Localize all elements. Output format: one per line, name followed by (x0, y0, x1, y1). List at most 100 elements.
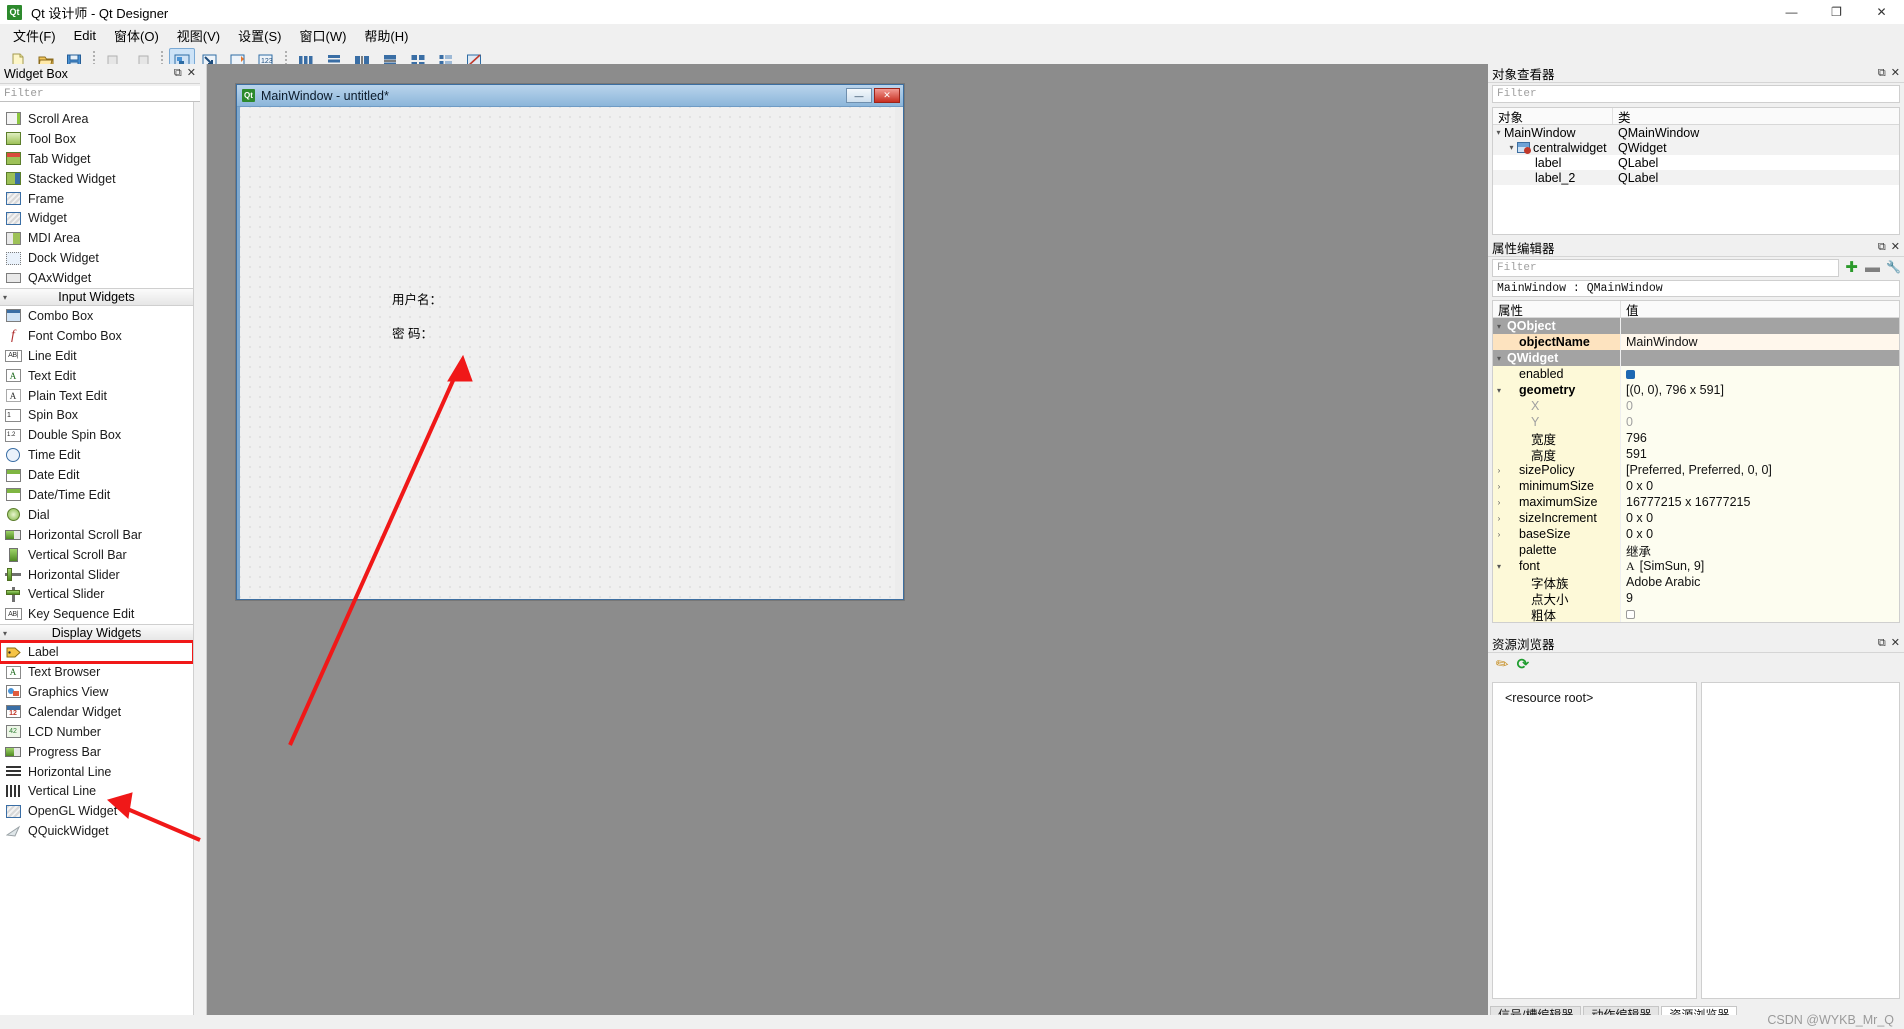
chevron-right-icon[interactable]: › (1493, 498, 1505, 507)
widget-item-date-time-edit[interactable]: Date/Time Edit (0, 485, 193, 505)
widget-box-filter-input[interactable]: Filter (0, 86, 200, 102)
chevron-down-icon[interactable]: ▾ (1493, 128, 1504, 137)
resource-root-item[interactable]: <resource root> (1505, 691, 1696, 705)
menu-settings[interactable]: 设置(S) (229, 23, 290, 48)
widget-box-list[interactable]: Scroll Area Tool Box Tab Widget Stacked … (0, 102, 194, 1029)
widget-item-qax-widget[interactable]: QAxWidget (0, 268, 193, 288)
widget-item-date-edit[interactable]: Date Edit (0, 465, 193, 485)
table-row[interactable]: label QLabel (1493, 155, 1899, 170)
property-row-objectname[interactable]: objectName MainWindow (1493, 334, 1899, 350)
chevron-down-icon[interactable]: ▾ (1493, 386, 1505, 395)
chevron-right-icon[interactable]: › (1493, 482, 1505, 491)
form-canvas[interactable]: 用户名： 密 码： (237, 107, 903, 599)
property-row-geometry-height[interactable]: 高度 591 (1493, 446, 1899, 463)
float-dock-icon[interactable]: ⧉ (174, 68, 182, 79)
property-row-geometry-x[interactable]: X 0 (1493, 398, 1899, 414)
object-inspector-filter-input[interactable]: Filter (1492, 85, 1900, 103)
widget-item-line-edit[interactable]: AB| Line Edit (0, 346, 193, 366)
widget-item-vertical-scroll-bar[interactable]: Vertical Scroll Bar (0, 545, 193, 565)
widget-item-mdi-area[interactable]: MDI Area (0, 228, 193, 248)
widget-item-frame[interactable]: Frame (0, 189, 193, 209)
table-row[interactable]: label_2 QLabel (1493, 170, 1899, 185)
widget-item-widget[interactable]: Widget (0, 208, 193, 228)
menu-file[interactable]: 文件(F) (4, 23, 65, 48)
widget-item-horizontal-line[interactable]: Horizontal Line (0, 762, 193, 782)
chevron-right-icon[interactable]: › (1493, 530, 1505, 539)
maximize-button[interactable]: ❐ (1814, 0, 1859, 24)
widget-item-dock-widget[interactable]: Dock Widget (0, 248, 193, 268)
property-group-qobject[interactable]: ▾ QObject (1493, 318, 1899, 334)
widget-item-combo-box[interactable]: Combo Box (0, 306, 193, 326)
widget-item-tool-box[interactable]: Tool Box (0, 129, 193, 149)
widget-item-graphics-view[interactable]: Graphics View (0, 682, 193, 702)
property-row-sizepolicy[interactable]: › sizePolicy [Preferred, Preferred, 0, 0] (1493, 462, 1899, 478)
widget-category-display-widgets[interactable]: ▾ Display Widgets (0, 624, 193, 643)
float-dock-icon[interactable]: ⧉ (1878, 241, 1886, 253)
label-username[interactable]: 用户名： (392, 289, 442, 308)
menu-view[interactable]: 视图(V) (168, 23, 229, 48)
close-button[interactable]: ✕ (1859, 0, 1904, 24)
widget-item-plain-text-edit[interactable]: A Plain Text Edit (0, 386, 193, 406)
widget-item-calendar-widget[interactable]: 12 Calendar Widget (0, 702, 193, 722)
form-close-button[interactable]: ✕ (874, 88, 900, 103)
widget-item-stacked-widget[interactable]: Stacked Widget (0, 169, 193, 189)
widget-item-qquick-widget[interactable]: QQuickWidget (0, 821, 193, 841)
widget-item-lcd-number[interactable]: 42 LCD Number (0, 722, 193, 742)
property-row-palette[interactable]: palette 继承 (1493, 542, 1899, 559)
close-icon[interactable]: ✕ (1891, 637, 1900, 649)
table-row[interactable]: ▾ centralwidget QWidget (1493, 140, 1899, 155)
widget-item-text-edit[interactable]: A Text Edit (0, 366, 193, 386)
widget-item-time-edit[interactable]: Time Edit (0, 445, 193, 465)
enabled-checkbox[interactable] (1626, 369, 1635, 379)
menu-form[interactable]: 窗体(O) (105, 23, 168, 48)
widget-category-input-widgets[interactable]: ▾ Input Widgets (0, 288, 193, 307)
object-tree[interactable]: 对象 类 ▾ MainWindow QMainWindow ▾ centralwid… (1492, 107, 1900, 235)
chevron-down-icon[interactable]: ▾ (1493, 354, 1505, 363)
chevron-right-icon[interactable]: › (1493, 466, 1505, 475)
widget-item-horizontal-scroll-bar[interactable]: Horizontal Scroll Bar (0, 525, 193, 545)
widget-item-tab-widget[interactable]: Tab Widget (0, 149, 193, 169)
close-icon[interactable]: ✕ (1891, 67, 1900, 79)
widget-item-vertical-slider[interactable]: Vertical Slider (0, 584, 193, 604)
form-minimize-button[interactable]: — (846, 88, 872, 103)
chevron-down-icon[interactable]: ▾ (1506, 143, 1517, 152)
resource-tree[interactable]: <resource root> (1492, 682, 1697, 999)
widget-item-scroll-area[interactable]: Scroll Area (0, 109, 193, 129)
chevron-down-icon[interactable]: ▾ (1493, 562, 1505, 571)
design-area[interactable]: Qt MainWindow - untitled* — ✕ 用户名： 密 码： (200, 64, 1488, 1029)
menu-edit[interactable]: Edit (65, 25, 105, 46)
label-password[interactable]: 密 码： (392, 323, 433, 342)
bold-checkbox[interactable] (1626, 609, 1635, 619)
menu-help[interactable]: 帮助(H) (355, 23, 417, 48)
property-row-sizeincrement[interactable]: › sizeIncrement 0 x 0 (1493, 510, 1899, 526)
wrench-icon[interactable]: 🔧 (1885, 260, 1902, 275)
float-dock-icon[interactable]: ⧉ (1878, 637, 1886, 649)
widget-item-key-sequence-edit[interactable]: AB| Key Sequence Edit (0, 604, 193, 624)
menu-window[interactable]: 窗口(W) (290, 23, 355, 48)
property-row-minimumsize[interactable]: › minimumSize 0 x 0 (1493, 478, 1899, 494)
widget-item-vertical-line[interactable]: Vertical Line (0, 782, 193, 802)
minus-icon[interactable]: ▬ (1864, 260, 1881, 275)
float-dock-icon[interactable]: ⧉ (1878, 67, 1886, 79)
chevron-right-icon[interactable]: › (1493, 514, 1505, 523)
widget-item-dial[interactable]: Dial (0, 505, 193, 525)
close-icon[interactable]: ✕ (187, 68, 196, 79)
form-vertical-scrollbar[interactable] (895, 107, 903, 599)
minimize-button[interactable]: — (1769, 0, 1814, 24)
property-row-geometry[interactable]: ▾ geometry [(0, 0), 796 x 591] (1493, 382, 1899, 398)
property-row-maximumsize[interactable]: › maximumSize 16777215 x 16777215 (1493, 494, 1899, 510)
widget-item-opengl-widget[interactable]: OpenGL Widget (0, 801, 193, 821)
property-editor-filter-input[interactable]: Filter (1492, 259, 1839, 277)
property-table[interactable]: 属性 值 ▾ QObject objectName MainWindow ▾ QWi… (1492, 300, 1900, 623)
widget-item-spin-box[interactable]: 1 Spin Box (0, 405, 193, 425)
pencil-icon[interactable]: ✎ (1492, 653, 1513, 675)
chevron-down-icon[interactable]: ▾ (1493, 322, 1505, 331)
close-icon[interactable]: ✕ (1891, 241, 1900, 253)
property-row-enabled[interactable]: enabled (1493, 366, 1899, 382)
widget-item-progress-bar[interactable]: Progress Bar (0, 742, 193, 762)
widget-item-double-spin-box[interactable]: 1.2 Double Spin Box (0, 425, 193, 445)
property-row-basesize[interactable]: › baseSize 0 x 0 (1493, 526, 1899, 542)
plus-icon[interactable]: ✚ (1843, 260, 1860, 275)
table-row[interactable]: ▾ MainWindow QMainWindow (1493, 125, 1899, 140)
widget-item-horizontal-slider[interactable]: Horizontal Slider (0, 565, 193, 585)
